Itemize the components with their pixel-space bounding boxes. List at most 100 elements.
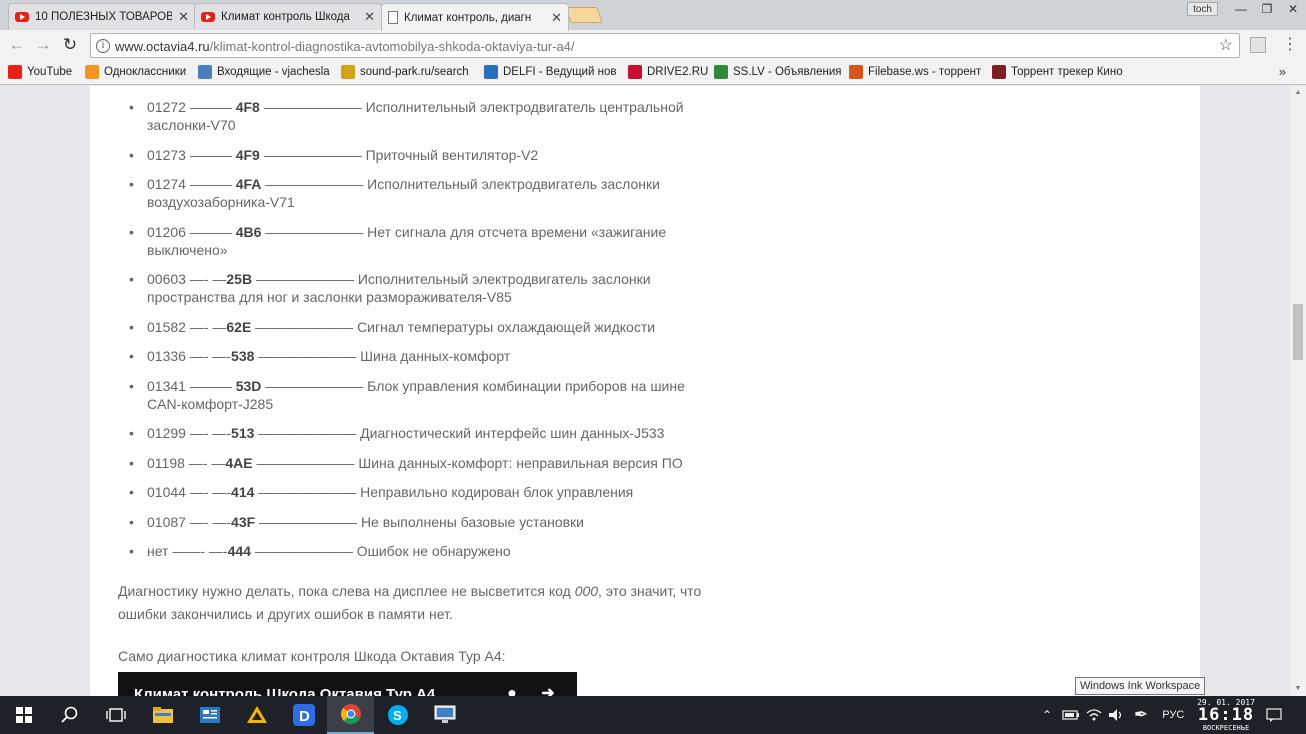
reload-button[interactable]: ↻ — [60, 35, 80, 55]
page-scrollbar[interactable]: ▲ ▼ — [1290, 86, 1306, 696]
restore-button[interactable]: ❐ — [1254, 0, 1280, 18]
close-window-button[interactable]: ✕ — [1280, 0, 1306, 18]
new-tab-button[interactable] — [565, 7, 603, 23]
bookmark-vhodyaschie[interactable]: Входящие - vjachesla — [198, 65, 336, 79]
bookmark-label: DRIVE2.RU — [647, 66, 709, 78]
youtube-icon — [15, 12, 29, 22]
error-code-item: 01087 —- —-43F ——————— Не выполнены базо… — [118, 513, 718, 531]
youtube-icon — [201, 12, 215, 22]
browser-toolbar: ← → ↻ i www.octavia4.ru/klimat-kontrol-d… — [0, 30, 1306, 61]
bookmark-delfi[interactable]: DELFI - Ведущий нов — [484, 65, 624, 79]
bookmark-star-icon[interactable]: ☆ — [1219, 35, 1233, 55]
site-info-icon[interactable]: i — [96, 39, 110, 53]
bookmark-youtube[interactable]: YouTube — [8, 65, 78, 79]
scroll-down-arrow-icon[interactable]: ▼ — [1290, 682, 1306, 696]
video-intro-text: Само диагностика климат контроля Шкода О… — [118, 648, 506, 664]
google-drive-button[interactable] — [233, 696, 280, 734]
bookmark-odnoklassniki[interactable]: Одноклассники — [85, 65, 193, 79]
bookmark-label: sound-park.ru/search — [360, 66, 469, 78]
remote-desktop-button[interactable] — [421, 696, 468, 734]
error-code-number: 01087 —- —- — [147, 513, 232, 530]
video-title[interactable]: Климат контроль Шкода Октавия Тур А4 — [134, 686, 435, 696]
ss-lv-icon — [714, 65, 728, 79]
error-code-number: 01206 ——— — [147, 223, 236, 240]
error-code-number: 01273 ——— — [147, 146, 236, 163]
bookmarks-overflow-button[interactable]: » — [1279, 64, 1286, 79]
close-icon[interactable]: ✕ — [551, 10, 562, 26]
file-explorer-button[interactable] — [139, 696, 186, 734]
d-app-icon: D — [292, 704, 315, 726]
error-code-number: 00603 —- — — [147, 271, 227, 287]
error-code-number: 01044 —- —- — [147, 484, 232, 500]
monitor-icon — [434, 705, 455, 723]
svg-text:S: S — [393, 708, 402, 723]
video-embed[interactable]: Климат контроль Шкода Октавия Тур А4 ● ➜ — [118, 672, 577, 696]
scroll-up-arrow-icon[interactable]: ▲ — [1290, 86, 1306, 100]
action-center-button[interactable] — [1266, 696, 1282, 734]
close-icon[interactable]: ✕ — [178, 9, 189, 25]
close-icon[interactable]: ✕ — [364, 9, 375, 25]
error-code-description: ——————— Диагностический интерфейс шин да… — [254, 425, 665, 441]
taskbar-clock[interactable]: 29. 01. 2017 16:18 ВОСКРЕСЕНЬЕ — [1196, 698, 1256, 732]
skype-button[interactable]: S — [374, 696, 421, 734]
error-code-hex: 444 — [227, 543, 251, 559]
d-app-button[interactable]: D — [280, 696, 327, 734]
tab-klimat-video[interactable]: Климат контроль Шкода ✕ — [194, 3, 382, 30]
error-code-item: 01299 —- —-513 ——————— Диагностический и… — [118, 424, 718, 442]
back-button[interactable]: ← — [7, 35, 27, 55]
error-code-hex: 4F8 — [235, 99, 260, 115]
bookmark-label: DELFI - Ведущий нов — [503, 66, 617, 78]
error-code-description: ——————— Неправильно кодирован блок управ… — [254, 484, 634, 500]
error-code-number: 01336 —- —- — [147, 348, 232, 364]
wifi-icon[interactable] — [1086, 708, 1102, 722]
bookmark-filebase[interactable]: Filebase.ws - торрент — [849, 65, 986, 79]
scroll-thumb[interactable] — [1293, 304, 1303, 360]
filebase-icon — [849, 65, 863, 79]
chrome-menu-button[interactable]: ⋮ — [1282, 36, 1298, 54]
windows-ink-tooltip: Windows Ink Workspace — [1075, 677, 1206, 695]
news-app-icon — [199, 707, 220, 723]
error-code-item: 01582 —- —62E ——————— Сигнал температуры… — [118, 318, 718, 336]
chrome-taskbar-button[interactable] — [327, 696, 374, 734]
diagnostic-paragraph: Диагностику нужно делать, пока слева на … — [118, 580, 718, 626]
battery-icon[interactable] — [1062, 709, 1080, 721]
bookmark-sound-park[interactable]: sound-park.ru/search — [341, 65, 478, 79]
language-indicator[interactable]: РУС — [1162, 709, 1184, 721]
volume-icon[interactable] — [1108, 708, 1124, 722]
error-code-item: нет ——- —-444 ——————— Ошибок не обнаруже… — [118, 542, 718, 560]
error-code-hex: 538 — [231, 348, 255, 364]
forward-button[interactable]: → — [33, 35, 53, 55]
error-code-item: 01198 —- —4AE ——————— Шина данных-комфор… — [118, 454, 718, 472]
url-text[interactable]: www.octavia4.ru/klimat-kontrol-diagnosti… — [115, 39, 575, 54]
windows-taskbar: D S ⌃ ✒ РУС 29. 01. 2017 16:18 ВОСКРЕСЕН… — [0, 696, 1306, 734]
minimize-button[interactable]: — — [1228, 0, 1254, 18]
url-path: /klimat-kontrol-diagnostika-avtomobilya-… — [209, 39, 575, 54]
bookmark-ss-lv[interactable]: SS.LV - Объявления — [714, 65, 844, 79]
error-code-number: 01274 ——— — [147, 176, 236, 192]
error-code-item: 01341 ——— 53D ——————— Блок управления ко… — [118, 377, 718, 413]
torrent-tracker-icon — [992, 65, 1006, 79]
bookmark-drive2[interactable]: DRIVE2.RU — [628, 65, 710, 79]
share-icon[interactable]: ➜ — [538, 684, 558, 696]
address-bar[interactable]: i www.octavia4.ru/klimat-kontrol-diagnos… — [90, 33, 1240, 58]
bookmark-torrent-tracker[interactable]: Торрент трекер Кино — [992, 65, 1124, 79]
task-view-button[interactable] — [92, 696, 139, 734]
tab-klimat-article[interactable]: Климат контроль, диагн ✕ — [381, 3, 569, 31]
search-icon — [60, 706, 77, 723]
tab-10-poleznyh[interactable]: 10 ПОЛЕЗНЫХ ТОВАРОВ ✕ — [8, 3, 196, 30]
chevron-up-icon[interactable]: ⌃ — [1038, 708, 1056, 722]
start-button[interactable] — [0, 696, 47, 734]
store-app-button[interactable] — [186, 696, 233, 734]
watch-later-icon[interactable]: ● — [502, 684, 522, 696]
search-button[interactable] — [46, 696, 93, 734]
error-code-hex: 53D — [235, 377, 262, 394]
profile-badge[interactable]: toch — [1187, 2, 1218, 16]
extension-icon[interactable] — [1250, 37, 1266, 53]
error-code-hex: 4F9 — [235, 146, 260, 163]
bookmark-label: Торрент трекер Кино — [1011, 66, 1123, 78]
error-code-hex: 25B — [226, 271, 253, 287]
page-viewport: 01272 ——— 4F8 ——————— Исполнительный эле… — [0, 86, 1290, 696]
svg-text:D: D — [299, 708, 310, 725]
windows-ink-pen-icon[interactable]: ✒ — [1134, 705, 1148, 725]
windows-logo-icon — [15, 707, 32, 723]
